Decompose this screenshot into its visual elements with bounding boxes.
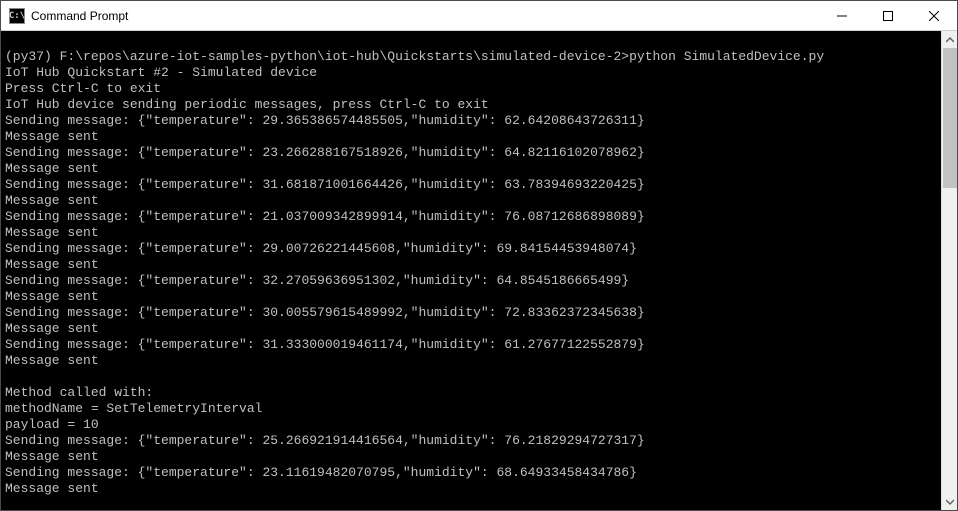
maximize-icon (883, 11, 893, 21)
window: C:\ Command Prompt (py37) F:\repos\azure… (0, 0, 958, 511)
scroll-up-button[interactable] (942, 31, 957, 48)
close-button[interactable] (911, 1, 957, 30)
maximize-button[interactable] (865, 1, 911, 30)
scrollbar[interactable] (941, 31, 957, 510)
window-title: Command Prompt (31, 9, 819, 23)
minimize-button[interactable] (819, 1, 865, 30)
window-controls (819, 1, 957, 30)
chevron-down-icon (946, 498, 954, 506)
content-area: (py37) F:\repos\azure-iot-samples-python… (1, 31, 957, 510)
chevron-up-icon (946, 36, 954, 44)
terminal-output[interactable]: (py37) F:\repos\azure-iot-samples-python… (1, 31, 941, 510)
scroll-down-button[interactable] (942, 493, 957, 510)
app-icon: C:\ (9, 8, 25, 24)
scroll-thumb[interactable] (943, 48, 957, 188)
titlebar[interactable]: C:\ Command Prompt (1, 1, 957, 31)
close-icon (929, 11, 939, 21)
minimize-icon (837, 11, 847, 21)
